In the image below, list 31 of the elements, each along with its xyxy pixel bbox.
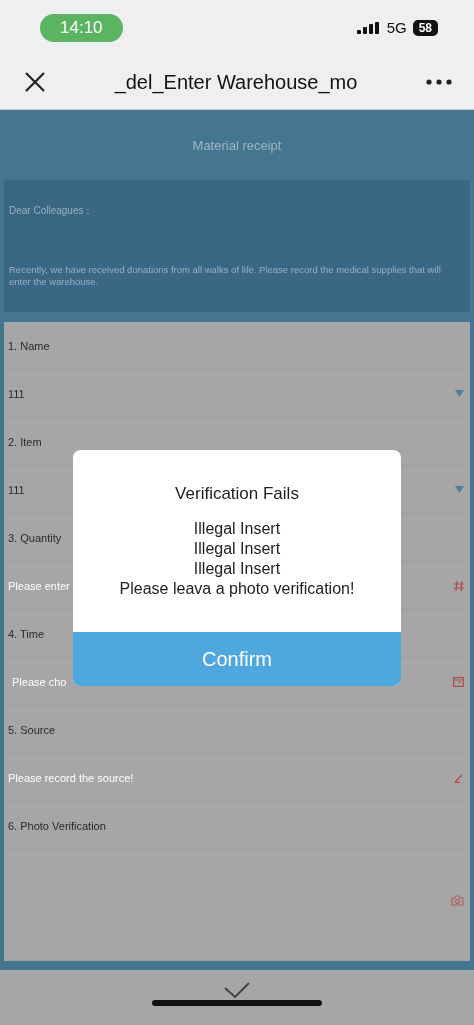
- calendar-icon: [453, 676, 464, 687]
- field-label: 5. Source: [8, 723, 56, 736]
- dropdown-caret-icon: [455, 486, 464, 493]
- dialog-message: Illegal Insert: [193, 539, 281, 559]
- camera-icon: [451, 895, 464, 906]
- notice-greeting: Dear Colleagues：: [9, 204, 95, 218]
- field-label: 6. Photo Verification: [8, 819, 106, 832]
- input-field[interactable]: Please record the source!: [8, 754, 464, 802]
- dialog-message: Illegal Insert: [193, 559, 281, 579]
- hash-icon: [454, 580, 464, 591]
- close-icon[interactable]: [24, 71, 46, 93]
- field-label: 1. Name: [8, 339, 50, 352]
- battery-level: 58: [412, 19, 438, 36]
- field-label: 3. Quantity: [8, 531, 62, 544]
- more-icon[interactable]: [426, 79, 452, 85]
- window-title: _del_Enter Warehouse_mo: [113, 70, 359, 94]
- clock-time: 14:10: [40, 13, 123, 42]
- dialog-message: Please leava a photo verification!: [119, 579, 355, 599]
- dropdown-caret-icon: [455, 390, 464, 397]
- notice-text: Recently, we have received donations from all walks of life. Please record the medical supplies that will enter the warehouse.: [9, 264, 442, 288]
- field-label: 4. Time: [8, 627, 45, 640]
- pen-icon: [454, 772, 464, 783]
- input-field[interactable]: 111: [8, 370, 464, 418]
- field-label: 2. Item: [8, 435, 42, 448]
- confirm-button[interactable]: Confirm: [73, 632, 401, 686]
- dialog-title: Verification Fails: [175, 484, 299, 504]
- network-type: 5G: [386, 19, 407, 36]
- signal-icon: [356, 21, 381, 34]
- page-title: Material receipt: [192, 137, 282, 153]
- checkmark-icon[interactable]: [224, 982, 250, 998]
- dialog-message: Illegal Insert: [193, 519, 281, 539]
